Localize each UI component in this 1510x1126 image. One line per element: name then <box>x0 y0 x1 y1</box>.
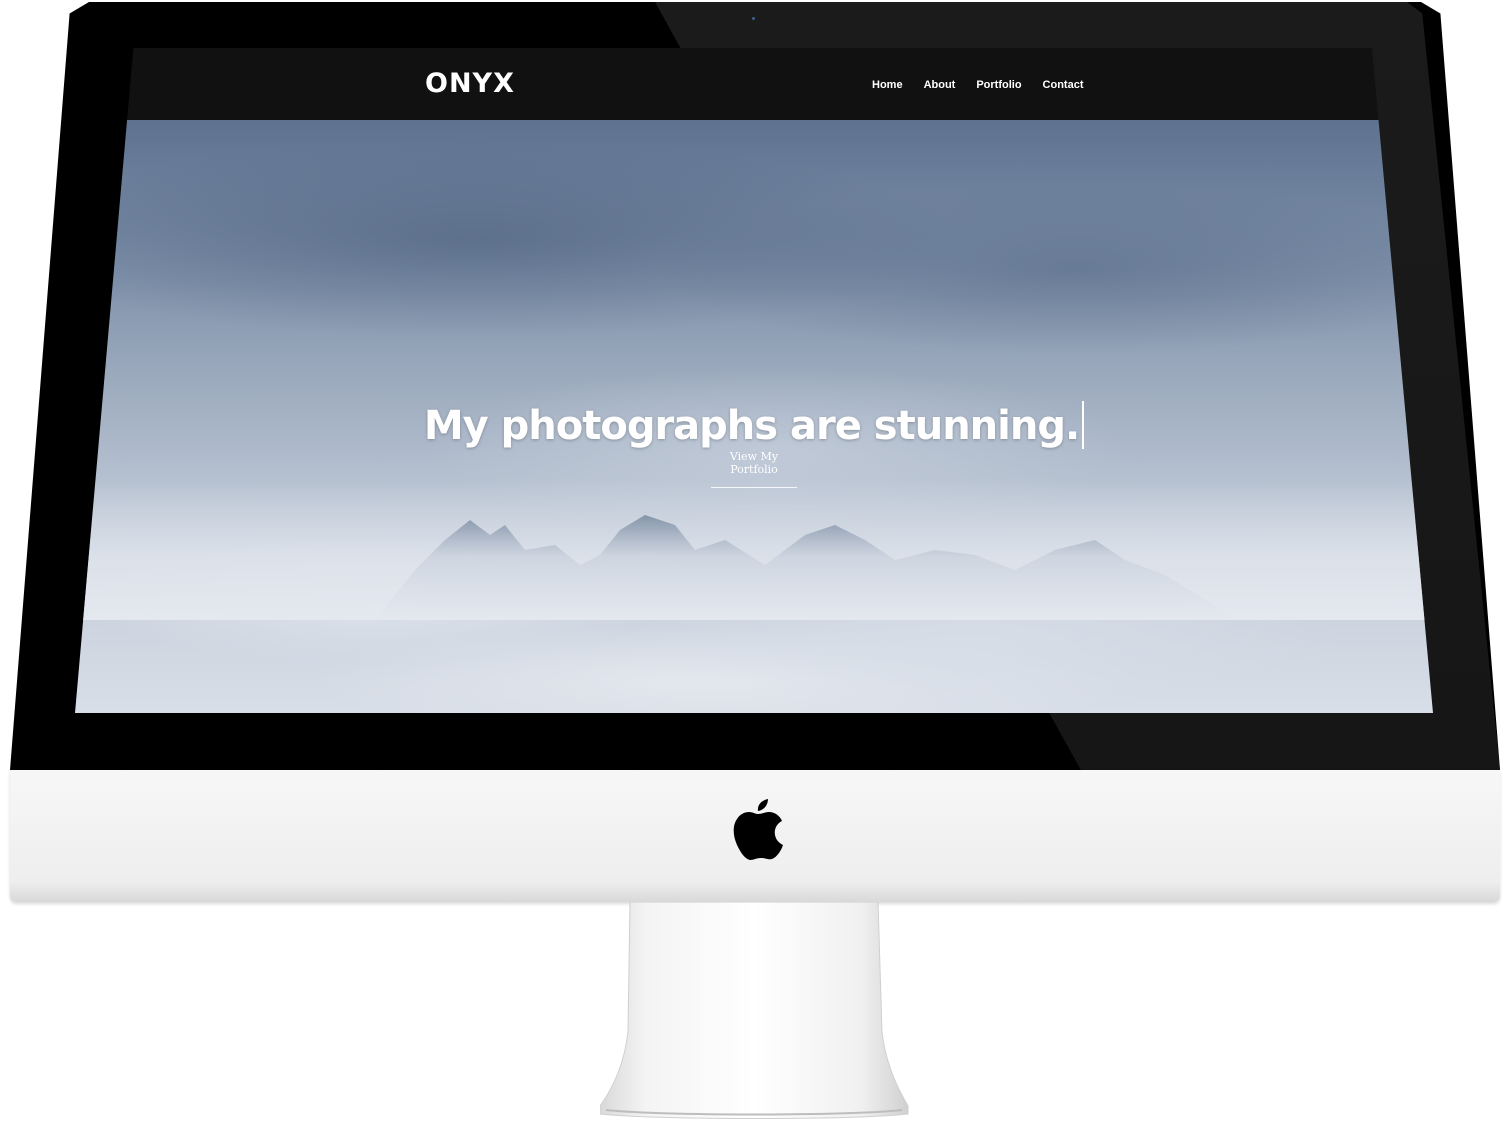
nav-contact[interactable]: Contact <box>1043 79 1084 91</box>
view-portfolio-link[interactable]: View My Portfolio <box>711 450 797 488</box>
site-header: ONYX Home About Portfolio Contact <box>75 48 1433 120</box>
hero-headline: My photographs are stunning. <box>75 400 1433 449</box>
site-logo[interactable]: ONYX <box>425 68 515 99</box>
nav-about[interactable]: About <box>924 79 956 91</box>
hero-headline-text: My photographs are stunning. <box>423 402 1080 449</box>
apple-logo-icon <box>733 799 783 860</box>
nav-home[interactable]: Home <box>872 79 903 91</box>
nav-portfolio[interactable]: Portfolio <box>976 79 1021 91</box>
typing-cursor <box>1082 400 1085 449</box>
monitor-mockup: ONYX Home About Portfolio Contact My pho… <box>0 0 1510 1126</box>
camera-icon <box>752 17 755 20</box>
monitor-screen: ONYX Home About Portfolio Contact My pho… <box>75 48 1433 713</box>
main-nav: Home About Portfolio Contact <box>872 79 1084 91</box>
hero-section: My photographs are stunning. View My Por… <box>75 120 1433 713</box>
hero-mountains-image <box>75 480 1433 620</box>
cta-container: View My Portfolio <box>75 450 1433 488</box>
monitor-stand <box>600 902 909 1119</box>
